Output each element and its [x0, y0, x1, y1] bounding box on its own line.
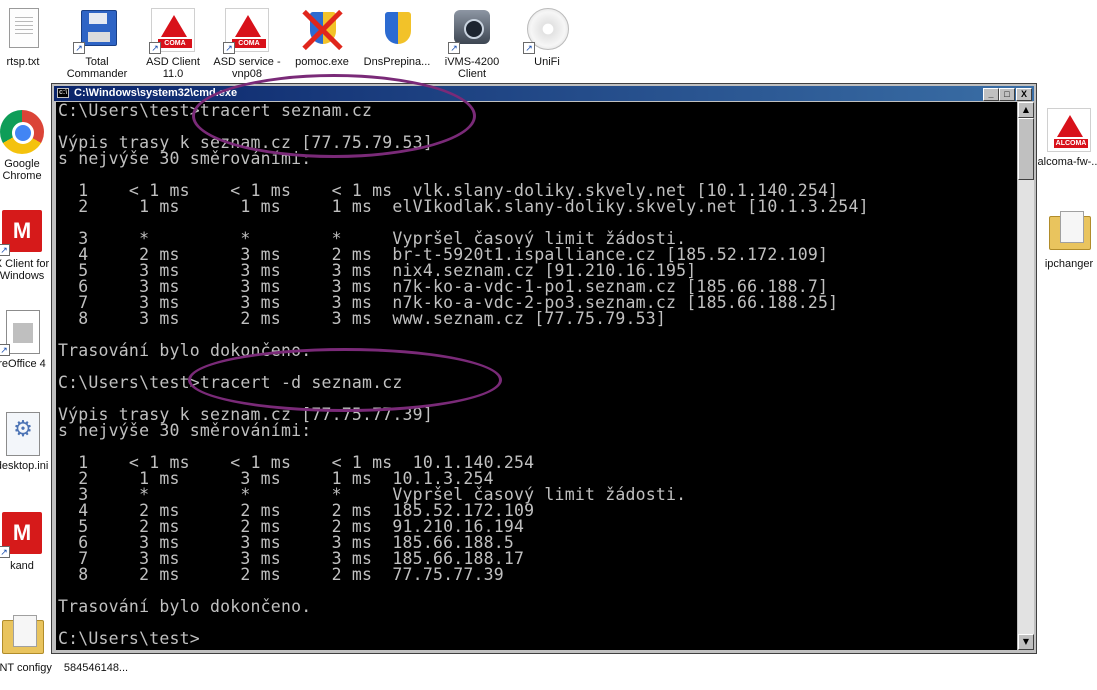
desktop-icon-dnsprepina[interactable]: DnsPrepina... — [360, 6, 434, 68]
minimize-button[interactable]: _ — [983, 88, 999, 101]
scroll-up-icon[interactable]: ▲ — [1018, 102, 1034, 118]
logo-text: COMA — [232, 39, 266, 48]
console-line: s nejvýše 30 směrováními: — [58, 421, 312, 440]
shortcut-arrow-icon: ↗ — [149, 42, 161, 54]
desktop-icon-ivms[interactable]: ↗ iVMS-4200 Client — [435, 6, 509, 80]
close-button[interactable]: X — [1016, 88, 1032, 101]
shortcut-arrow-icon: ↗ — [523, 42, 535, 54]
cmd-window[interactable]: c:\ C:\Windows\system32\cmd.exe _ □ X C:… — [51, 83, 1037, 654]
alcoma-logo-icon: ALCOMA — [1047, 108, 1091, 152]
console-line: C:\Users\test> — [58, 629, 200, 648]
console-line: 8 3 ms 2 ms 3 ms www.seznam.cz [77.75.79… — [58, 309, 667, 328]
desktop-icon-label: BNT configy — [0, 662, 52, 674]
desktop-icon-rtsp[interactable]: rtsp.txt — [0, 6, 60, 68]
logo-text: ALCOMA — [1054, 139, 1088, 148]
desktop-icon-pomoc[interactable]: pomoc.exe — [285, 6, 359, 68]
folder-icon — [1049, 211, 1091, 250]
libreoffice-icon — [6, 310, 40, 354]
vertical-scrollbar[interactable]: ▲ ▼ — [1018, 102, 1034, 650]
floppy-disk-icon — [81, 10, 117, 46]
desktop-icon-label: 584546148... — [63, 662, 129, 674]
desktop-icon-label: Total Commander — [66, 56, 128, 80]
folder-icon — [2, 615, 44, 654]
chrome-icon — [0, 110, 44, 154]
desktop-icon-label: UniFi — [534, 56, 560, 68]
shortcut-arrow-icon: ↗ — [223, 42, 235, 54]
shortcut-arrow-icon: ↗ — [73, 42, 85, 54]
console-line: s nejvýše 30 směrováními: — [58, 149, 312, 168]
shortcut-arrow-icon: ↗ — [0, 244, 10, 256]
shortcut-arrow-icon: ↗ — [0, 546, 10, 558]
text-file-icon — [9, 8, 39, 48]
window-titlebar[interactable]: c:\ C:\Windows\system32\cmd.exe _ □ X — [54, 86, 1034, 101]
console-line: Trasování bylo dokončeno. — [58, 597, 312, 616]
maximize-button[interactable]: □ — [999, 88, 1015, 101]
desktop-icon-label: pomoc.exe — [295, 56, 349, 68]
desktop-icon-label: rtsp.txt — [6, 56, 40, 68]
console-line: 8 2 ms 2 ms 2 ms 77.75.77.39 — [58, 565, 504, 584]
desktop-icon-label: alcoma-fw-... — [1037, 156, 1097, 168]
desktop-icon-label: DnsPrepina... — [363, 56, 431, 68]
console-line: 2 1 ms 1 ms 1 ms elVIkodlak.slany-doliky… — [58, 197, 869, 216]
desktop-icon-asd-client[interactable]: COMA ↗ ASD Client 11.0 — [136, 6, 210, 80]
desktop-icon-label: iVMS-4200 Client — [444, 56, 500, 80]
shortcut-arrow-icon: ↗ — [0, 344, 10, 356]
shortcut-arrow-icon: ↗ — [448, 42, 460, 54]
camera-icon — [454, 10, 490, 44]
console-line: C:\Users\test>tracert seznam.cz — [58, 102, 373, 120]
desktop-icon-unifi[interactable]: ↗ UniFi — [510, 6, 584, 68]
console-line: Trasování bylo dokončeno. — [58, 341, 312, 360]
logo-text: COMA — [158, 39, 192, 48]
scroll-thumb[interactable] — [1018, 118, 1034, 180]
desktop-icon-label: ASD service - vnp08 — [213, 56, 281, 80]
desktop-icon-alcoma-fw[interactable]: ALCOMA alcoma-fw-... — [1032, 106, 1097, 168]
console-line: C:\Users\test>tracert -d seznam.cz — [58, 373, 403, 392]
desktop-icon-ipchanger[interactable]: ipchanger — [1032, 208, 1097, 270]
desktop-icon-asd-service[interactable]: COMA ↗ ASD service - vnp08 — [210, 6, 284, 80]
window-title: C:\Windows\system32\cmd.exe — [74, 87, 238, 99]
console-output[interactable]: C:\Users\test>tracert seznam.cz Výpis tr… — [56, 102, 1017, 650]
cmd-app-icon: c:\ — [57, 88, 69, 98]
cross-icon — [300, 8, 344, 52]
scroll-down-icon[interactable]: ▼ — [1018, 634, 1034, 650]
desktop-icon-label: ipchanger — [1044, 258, 1094, 270]
console-text: C:\Users\test>tracert seznam.cz Výpis tr… — [56, 102, 1017, 647]
settings-file-icon — [6, 412, 40, 456]
shield-icon — [385, 12, 411, 44]
desktop-icon-label: ASD Client 11.0 — [146, 56, 200, 80]
desktop-icon-total-commander[interactable]: ↗ Total Commander — [60, 6, 134, 80]
